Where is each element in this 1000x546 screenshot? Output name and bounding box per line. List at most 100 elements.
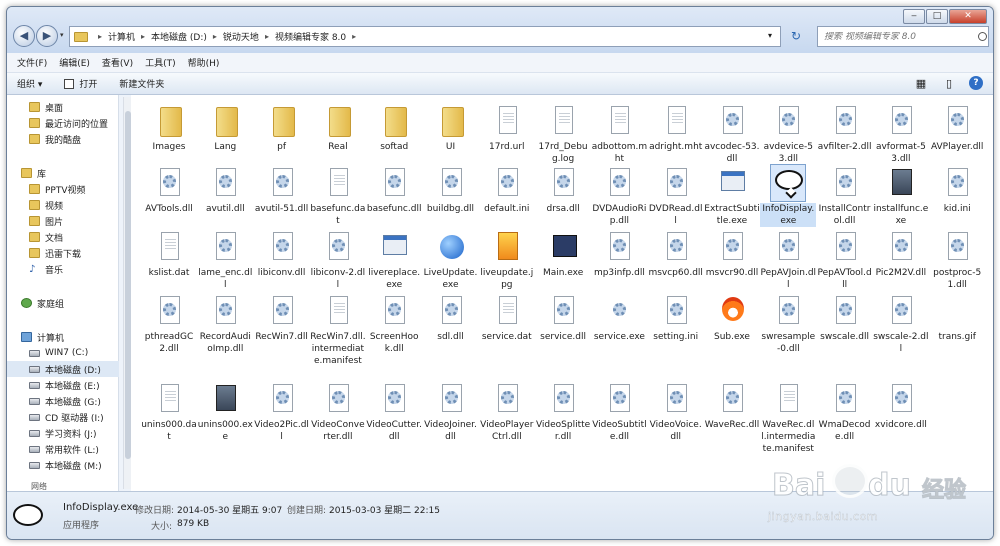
sidebar-item[interactable]: 本地磁盘 (M:) <box>7 457 119 473</box>
file-item[interactable]: avfilter-2.dll <box>817 103 873 153</box>
sidebar-item[interactable]: 家庭组 <box>7 295 119 311</box>
sidebar-item[interactable]: 视频 <box>7 197 119 213</box>
sidebar-item[interactable]: PPTV视频 <box>7 181 119 197</box>
file-item[interactable]: VideoCutter.dll <box>366 381 422 443</box>
file-item[interactable]: kid.ini <box>929 165 985 215</box>
file-item[interactable]: msvcr90.dll <box>704 229 760 279</box>
breadcrumb-ruidong[interactable]: 锐动天地 <box>223 30 259 43</box>
chevron-right-icon[interactable]: ▸ <box>265 32 269 41</box>
file-item[interactable]: VideoPlayerCtrl.dll <box>479 381 535 443</box>
file-item[interactable]: buildbg.dll <box>423 165 479 215</box>
file-item[interactable]: WaveRec.dll.intermediate.manifest <box>760 381 816 455</box>
file-item[interactable]: DVDRead.dll <box>648 165 704 227</box>
sidebar-item[interactable]: 学习资料 (J:) <box>7 425 119 441</box>
sidebar-item[interactable]: 图片 <box>7 213 119 229</box>
file-item[interactable]: libiconv.dll <box>254 229 310 279</box>
file-item[interactable]: unins000.dat <box>141 381 197 443</box>
sidebar-item[interactable]: WIN7 (C:) <box>7 345 119 361</box>
help-icon[interactable]: ? <box>969 76 983 90</box>
back-button[interactable]: ◀ <box>13 25 35 47</box>
menu-tools[interactable]: 工具(T) <box>139 56 182 69</box>
menu-file[interactable]: 文件(F) <box>11 56 53 69</box>
file-item[interactable]: Real <box>310 103 366 153</box>
chevron-right-icon[interactable]: ▸ <box>98 32 102 41</box>
file-item[interactable]: Main.exe <box>535 229 591 279</box>
sidebar-item[interactable]: ♪ 音乐 <box>7 261 119 277</box>
file-item[interactable]: msvcp60.dll <box>648 229 704 279</box>
file-item[interactable]: service.exe <box>591 293 647 343</box>
refresh-icon[interactable]: ↻ <box>791 29 801 43</box>
file-item[interactable]: sdl.dll <box>423 293 479 343</box>
file-item[interactable]: default.ini <box>479 165 535 215</box>
file-item[interactable]: 17rd_Debug.log <box>535 103 591 165</box>
file-item[interactable]: avdevice-53.dll <box>760 103 816 165</box>
maximize-button[interactable]: □ <box>926 9 948 24</box>
file-item[interactable]: WmaDecode.dll <box>817 381 873 443</box>
file-item[interactable]: DVDAudioRip.dll <box>591 165 647 227</box>
chevron-right-icon[interactable]: ▸ <box>213 32 217 41</box>
breadcrumb-drive-d[interactable]: 本地磁盘 (D:) <box>151 30 207 43</box>
view-options-icon[interactable]: ▦ <box>913 76 929 91</box>
file-item[interactable]: Lang <box>197 103 253 153</box>
file-item[interactable]: pf <box>254 103 310 153</box>
menu-view[interactable]: 查看(V) <box>96 56 139 69</box>
close-button[interactable]: ✕ <box>949 9 987 24</box>
file-item[interactable]: liveupdate.jpg <box>479 229 535 291</box>
file-item[interactable]: InfoDisplay.exe <box>760 164 817 227</box>
file-item[interactable]: basefunc.dat <box>310 165 366 227</box>
file-item[interactable]: avcodec-53.dll <box>704 103 760 165</box>
file-item[interactable]: VideoSplitter.dll <box>535 381 591 443</box>
file-item[interactable]: RecWin7.dll.intermediate.manifest <box>310 293 366 367</box>
minimize-button[interactable]: ‒ <box>903 9 925 24</box>
file-item[interactable]: VideoSubtitle.dll <box>591 381 647 443</box>
file-item[interactable]: softad <box>366 103 422 153</box>
sidebar-item[interactable]: CD 驱动器 (I:) <box>7 409 119 425</box>
file-item[interactable]: VideoVoice.dll <box>648 381 704 443</box>
file-item[interactable]: drsa.dll <box>535 165 591 215</box>
sidebar-item[interactable]: 桌面 <box>7 99 119 115</box>
menu-help[interactable]: 帮助(H) <box>182 56 226 69</box>
sidebar-item[interactable]: 本地磁盘 (E:) <box>7 377 119 393</box>
file-item[interactable]: RecWin7.dll <box>254 293 310 343</box>
file-item[interactable]: WaveRec.dll <box>704 381 760 431</box>
file-item[interactable]: livereplace.exe <box>366 229 422 291</box>
file-item[interactable]: pthreadGC2.dll <box>141 293 197 355</box>
sidebar-item[interactable]: 我的酷盘 <box>7 131 119 147</box>
preview-pane-icon[interactable]: ▯ <box>941 76 957 91</box>
file-item[interactable]: Pic2M2V.dll <box>873 229 929 279</box>
address-dropdown-icon[interactable]: ▾ <box>768 31 772 40</box>
chevron-right-icon[interactable]: ▸ <box>352 32 356 41</box>
search-box[interactable] <box>817 26 989 47</box>
file-item[interactable]: avformat-53.dll <box>873 103 929 165</box>
file-item[interactable]: installfunc.exe <box>873 165 929 227</box>
search-icon[interactable] <box>978 32 987 41</box>
file-item[interactable]: avutil.dll <box>197 165 253 215</box>
address-bar[interactable]: ▸ 计算机 ▸ 本地磁盘 (D:) ▸ 锐动天地 ▸ 视频编辑专家 8.0 ▸ … <box>69 26 781 47</box>
file-item[interactable]: AVTools.dll <box>141 165 197 215</box>
sidebar-item[interactable]: 迅雷下载 <box>7 245 119 261</box>
file-item[interactable]: kslist.dat <box>141 229 197 279</box>
file-item[interactable]: RecordAudioImp.dll <box>197 293 253 355</box>
open-button[interactable]: 打开 <box>64 77 97 90</box>
file-item[interactable]: LiveUpdate.exe <box>423 229 479 291</box>
recent-pages-dropdown-icon[interactable]: ▾ <box>60 31 64 39</box>
file-item[interactable]: swscale-2.dll <box>873 293 929 355</box>
file-item[interactable]: InstallControl.dll <box>817 165 873 227</box>
breadcrumb-computer[interactable]: 计算机 <box>108 30 135 43</box>
file-item[interactable]: libiconv-2.dll <box>310 229 366 291</box>
menu-edit[interactable]: 编辑(E) <box>53 56 96 69</box>
file-item[interactable]: mp3infp.dll <box>591 229 647 279</box>
file-item[interactable]: PepAVJoin.dll <box>760 229 816 291</box>
file-item[interactable]: service.dat <box>479 293 535 343</box>
sidebar-item[interactable]: 常用软件 (L:) <box>7 441 119 457</box>
sidebar-item[interactable]: 文档 <box>7 229 119 245</box>
file-item[interactable]: unins000.exe <box>197 381 253 443</box>
file-item[interactable]: VideoJoiner.dll <box>423 381 479 443</box>
chevron-right-icon[interactable]: ▸ <box>141 32 145 41</box>
sidebar-item[interactable]: 本地磁盘 (G:) <box>7 393 119 409</box>
file-item[interactable]: lame_enc.dll <box>197 229 253 291</box>
file-item[interactable]: ExtractSubtitle.exe <box>704 165 760 227</box>
sidebar-item[interactable]: 库 <box>7 165 119 181</box>
file-item[interactable]: VideoConverter.dll <box>310 381 366 443</box>
file-item[interactable]: ScreenHook.dll <box>366 293 422 355</box>
